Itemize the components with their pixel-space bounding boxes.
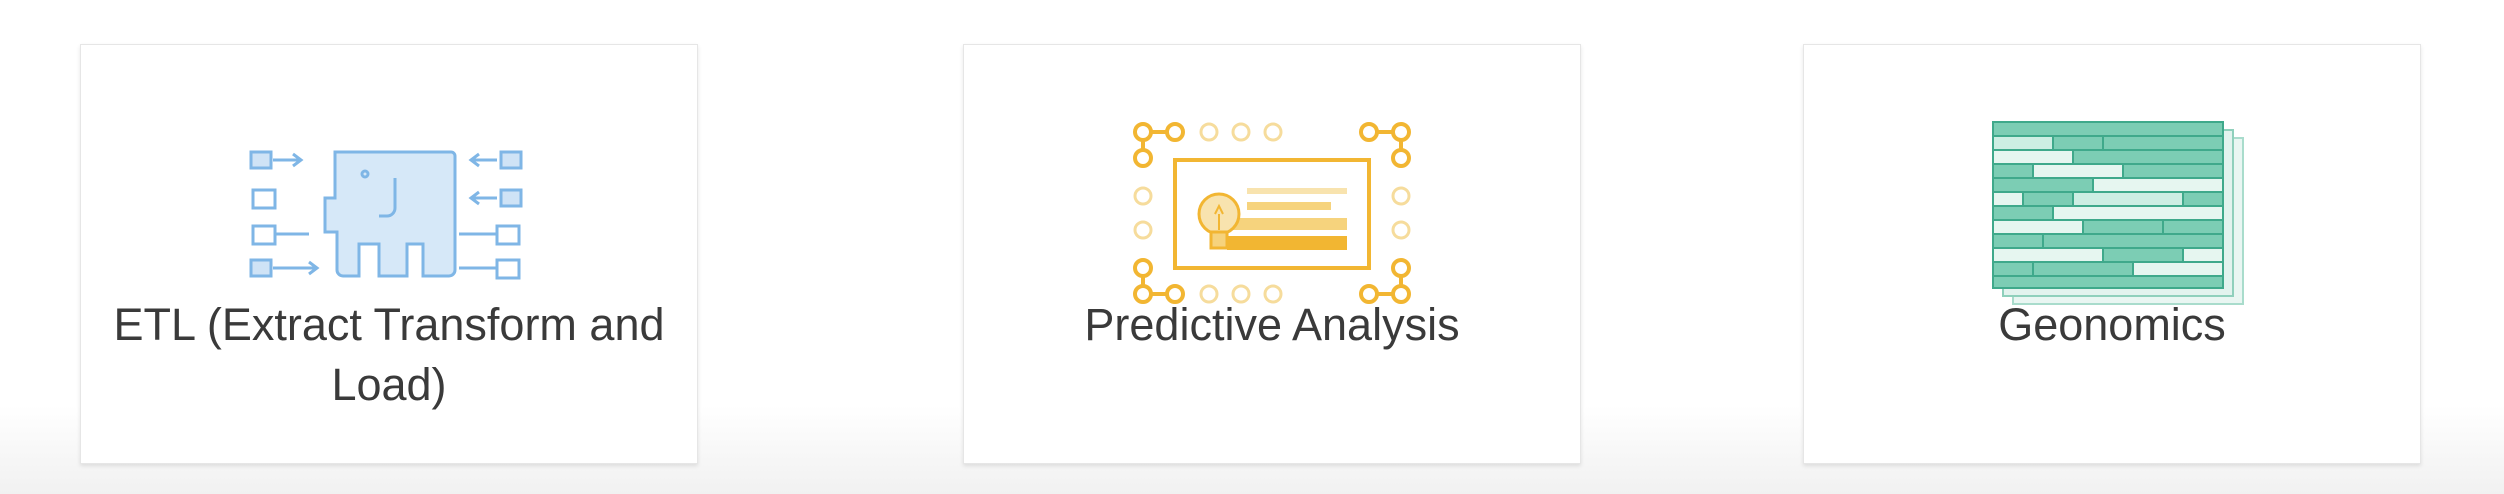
predictive-analysis-card[interactable]: Predictive Analysis: [963, 44, 1581, 464]
geonomics-card-label: Geonomics: [1998, 299, 2226, 350]
etl-card[interactable]: ETL (Extract Transform and Load): [80, 44, 698, 464]
lightbulb-chart-icon: [1133, 122, 1411, 304]
elephant-pipeline-icon: [249, 150, 523, 280]
etl-card-label: ETL (Extract Transform and Load): [113, 299, 665, 410]
geonomics-card[interactable]: Geonomics: [1803, 44, 2421, 464]
predictive-analysis-card-label: Predictive Analysis: [1084, 299, 1460, 350]
genome-grid-icon: [1992, 121, 2244, 305]
